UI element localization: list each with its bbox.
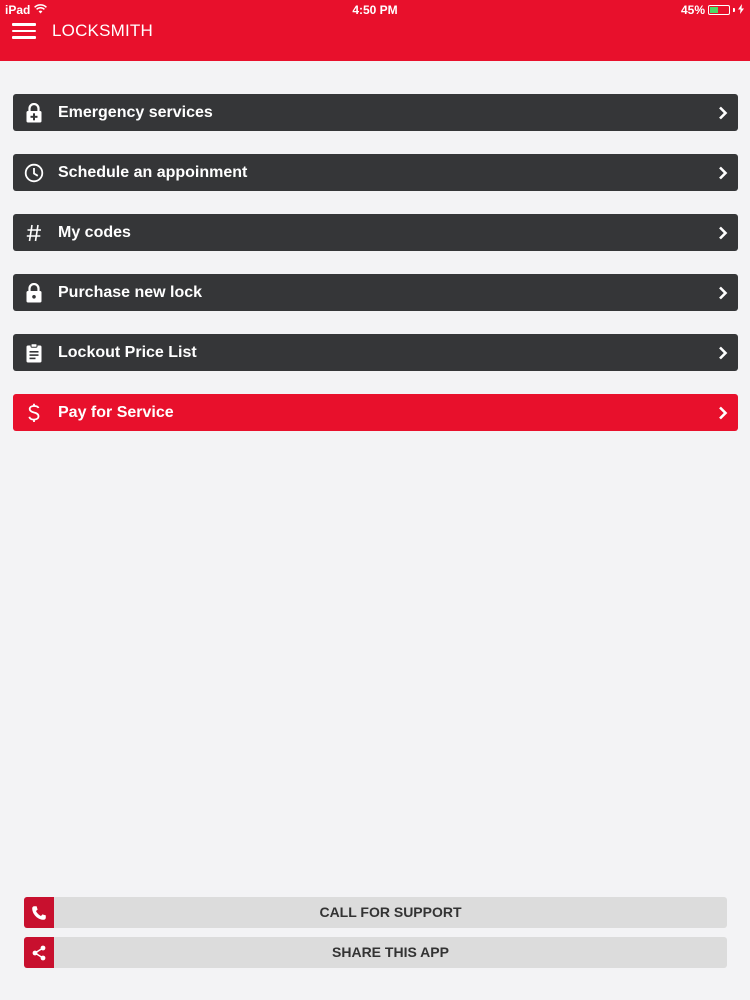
chevron-right-icon — [708, 274, 738, 311]
clipboard-icon — [14, 334, 54, 371]
battery-percent: 45% — [680, 3, 705, 17]
status-right: 45% — [681, 3, 744, 17]
menu-item-emergency-services[interactable]: Emergency services — [13, 94, 738, 131]
dollar-icon — [14, 394, 54, 431]
clock-icon — [14, 154, 54, 191]
charging-icon — [738, 3, 744, 17]
chevron-right-icon — [708, 394, 738, 431]
menu-item-my-codes[interactable]: My codes — [13, 214, 738, 251]
share-app-label: SHARE THIS APP — [332, 944, 449, 960]
share-app-button[interactable]: SHARE THIS APP — [24, 937, 727, 968]
status-time: 4:50 PM — [352, 3, 398, 17]
menu-item-lockout-price-list[interactable]: Lockout Price List — [13, 334, 738, 371]
chevron-right-icon — [708, 334, 738, 371]
chevron-right-icon — [708, 154, 738, 191]
call-support-button[interactable]: CALL FOR SUPPORT — [24, 897, 727, 928]
lock-icon — [14, 274, 54, 311]
chevron-right-icon — [708, 214, 738, 251]
status-bar: iPad 4:50 PM 45% — [0, 0, 750, 20]
chevron-right-icon — [708, 94, 738, 131]
battery-tip — [733, 8, 735, 12]
menu-item-label: Lockout Price List — [58, 343, 197, 361]
battery-icon — [708, 5, 730, 15]
call-support-label: CALL FOR SUPPORT — [319, 904, 462, 920]
phone-icon — [24, 897, 54, 928]
lock-plus-icon — [14, 94, 54, 131]
menu-item-schedule-appointment[interactable]: Schedule an appoinment — [13, 154, 738, 191]
menu-item-label: My codes — [58, 223, 131, 241]
battery-fill — [710, 7, 718, 13]
menu-item-purchase-lock[interactable]: Purchase new lock — [13, 274, 738, 311]
hash-icon — [14, 214, 54, 251]
menu-item-pay-for-service[interactable]: Pay for Service — [13, 394, 738, 431]
share-icon — [24, 937, 54, 968]
app-title: LOCKSMITH — [52, 21, 153, 40]
hamburger-menu-icon[interactable] — [12, 22, 36, 40]
menu-item-label: Emergency services — [58, 103, 213, 121]
menu-item-label: Schedule an appoinment — [58, 163, 248, 181]
menu-item-label: Purchase new lock — [58, 283, 203, 301]
app-header: iPad 4:50 PM 45% LOCKSMITH — [0, 0, 750, 61]
menu-item-label: Pay for Service — [58, 403, 174, 421]
